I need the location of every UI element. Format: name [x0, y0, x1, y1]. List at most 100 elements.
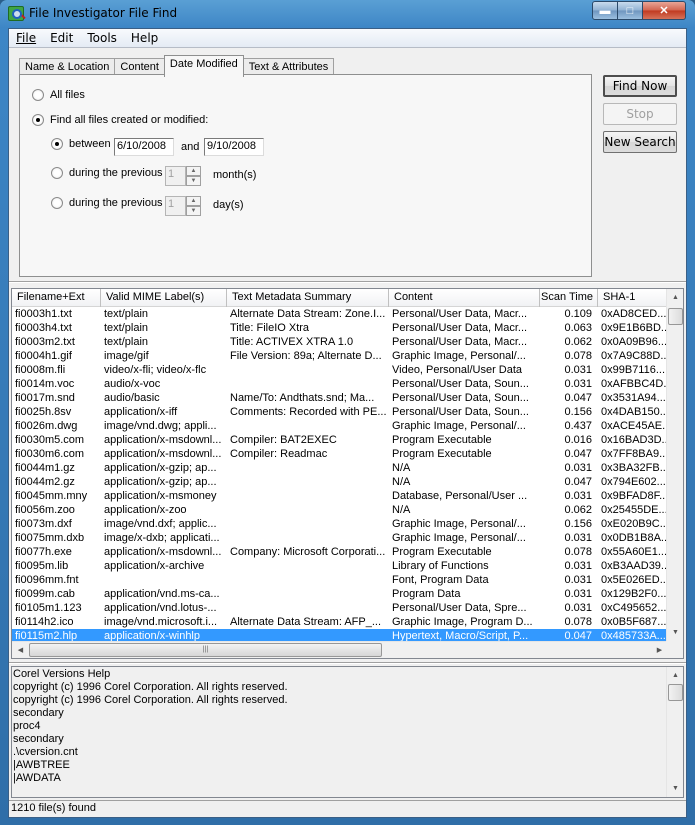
scroll-up-icon[interactable]: ▲	[667, 289, 683, 306]
between-radio[interactable]: between	[51, 138, 111, 150]
table-row[interactable]: fi0030m6.com application/x-msdownl... Comp…	[12, 447, 668, 461]
results-horizontal-scrollbar[interactable]: ◀ ||| ▶	[12, 641, 668, 658]
cell-metadata	[227, 587, 389, 601]
months-unit-label: month(s)	[213, 169, 257, 181]
table-row[interactable]: fi0004h1.gif image/gif File Version: 89a; …	[12, 349, 668, 363]
spin-down-icon[interactable]: ▼	[186, 206, 201, 216]
table-row[interactable]: fi0014m.voc audio/x-voc Personal/User Data…	[12, 377, 668, 391]
cell-mime: application/x-gzip; ap...	[104, 462, 217, 474]
cell-sha1: 0x9E1B6BD...	[601, 322, 668, 334]
previous-days-radio[interactable]: during the previous	[51, 197, 163, 209]
menu-file[interactable]: File	[9, 29, 43, 47]
table-row[interactable]: fi0056m.zoo application/x-zoo N/A 0.062 0x25…	[12, 503, 668, 517]
days-unit-label: day(s)	[213, 199, 244, 211]
new-search-button[interactable]: New Search	[603, 131, 677, 153]
column-header-scan-time[interactable]: Scan Time	[540, 289, 598, 307]
cell-filename: fi0056m.zoo	[15, 504, 75, 516]
text-preview-pane[interactable]: Corel Versions Help copyright (c) 1996 Co…	[11, 666, 684, 798]
cell-mime: application/x-msdownl...	[104, 448, 222, 460]
scroll-thumb[interactable]	[668, 684, 683, 701]
table-row[interactable]: fi0044m1.gz application/x-gzip; ap... N/A 0…	[12, 461, 668, 475]
table-row[interactable]: fi0030m5.com application/x-msdownl... Comp…	[12, 433, 668, 447]
days-input[interactable]: 1	[165, 196, 186, 216]
cell-filename: fi0077h.exe	[15, 546, 72, 558]
all-files-radio[interactable]: All files	[32, 89, 85, 101]
cell-sha1: 0x0B5F687...	[601, 616, 667, 628]
cell-filename: fi0099m.cab	[15, 588, 75, 600]
table-row[interactable]: fi0096mm.fnt Font, Program Data 0.031 0x5E0…	[12, 573, 668, 587]
find-created-label: Find all files created or modified:	[50, 114, 209, 126]
end-date-field[interactable]: 9/10/2008	[204, 138, 264, 156]
cell-mime: text/plain	[104, 336, 149, 348]
table-row[interactable]: fi0075mm.dxb image/x-dxb; applicati... Gra…	[12, 531, 668, 545]
table-row[interactable]: fi0077h.exe application/x-msdownl... Compa…	[12, 545, 668, 559]
spin-up-icon[interactable]: ▲	[186, 166, 201, 176]
scroll-down-icon[interactable]: ▼	[667, 624, 683, 641]
tab-date-modified[interactable]: Date Modified	[163, 55, 244, 77]
menu-help[interactable]: Help	[124, 29, 165, 47]
table-row[interactable]: fi0045mm.mny application/x-msmoney Databas…	[12, 489, 668, 503]
scroll-thumb[interactable]: |||	[29, 643, 382, 657]
menu-tools[interactable]: Tools	[80, 29, 124, 47]
cell-metadata: Compiler: BAT2EXEC	[230, 434, 337, 446]
table-row[interactable]: fi0095m.lib application/x-archive Library …	[12, 559, 668, 573]
client-area: File Edit Tools Help Name & Location Con…	[8, 28, 687, 818]
preview-line: secondary	[13, 733, 64, 745]
table-row[interactable]: fi0025h.8sv application/x-iff Comments: Re…	[12, 405, 668, 419]
start-date-field[interactable]: 6/10/2008	[114, 138, 174, 156]
find-now-button[interactable]: Find Now	[603, 75, 677, 97]
cell-scan-time: 0.047	[564, 448, 592, 460]
cell-content: Personal/User Data, Macr...	[392, 322, 528, 334]
cell-sha1: 0x794E602...	[601, 476, 666, 488]
spin-up-icon[interactable]: ▲	[186, 196, 201, 206]
cell-content: N/A	[392, 462, 411, 474]
scroll-down-icon[interactable]: ▼	[667, 780, 684, 797]
table-row[interactable]: fi0105m1.123 application/vnd.lotus-... Per…	[12, 601, 668, 615]
stop-button[interactable]: Stop	[603, 103, 677, 125]
column-header-content[interactable]: Content	[389, 289, 540, 307]
results-vertical-scrollbar[interactable]: ▲ ▼	[666, 289, 683, 641]
minimize-button[interactable]: ▬	[592, 1, 618, 20]
column-header-metadata[interactable]: Text Metadata Summary	[227, 289, 389, 307]
table-row[interactable]: fi0003m2.txt text/plain Title: ACTIVEX XTR…	[12, 335, 668, 349]
column-header-filename[interactable]: Filename+Ext	[12, 289, 101, 307]
radio-indicator	[32, 89, 44, 101]
cell-filename: fi0003h4.txt	[15, 322, 72, 334]
months-input[interactable]: 1	[165, 166, 186, 186]
months-spinner[interactable]: ▲ ▼	[186, 166, 201, 186]
splitter-bottom[interactable]	[9, 662, 686, 664]
scroll-left-icon[interactable]: ◀	[12, 642, 29, 658]
cell-sha1: 0xB3AAD39...	[601, 560, 668, 572]
table-row[interactable]: fi0044m2.gz application/x-gzip; ap... N/A 0…	[12, 475, 668, 489]
table-row[interactable]: fi0003h1.txt text/plain Alternate Data Str…	[12, 307, 668, 321]
cell-scan-time: 0.063	[564, 322, 592, 334]
menu-edit[interactable]: Edit	[43, 29, 80, 47]
scroll-up-icon[interactable]: ▲	[667, 667, 684, 684]
table-row[interactable]: fi0008m.fli video/x-fli; video/x-flc Video…	[12, 363, 668, 377]
all-files-label: All files	[50, 89, 85, 101]
table-row[interactable]: fi0073m.dxf image/vnd.dxf; applic... Graph…	[12, 517, 668, 531]
table-row[interactable]: fi0026m.dwg image/vnd.dwg; appli... Graphi…	[12, 419, 668, 433]
cell-mime: text/plain	[104, 322, 149, 334]
splitter-top[interactable]	[9, 281, 686, 283]
previous-months-radio[interactable]: during the previous	[51, 167, 163, 179]
maximize-button[interactable]: □	[618, 1, 643, 20]
column-header-sha1[interactable]: SHA-1	[598, 289, 668, 307]
days-spinner[interactable]: ▲ ▼	[186, 196, 201, 216]
scroll-thumb[interactable]	[668, 308, 683, 325]
find-created-radio[interactable]: Find all files created or modified:	[32, 114, 208, 126]
cell-sha1: 0xE020B9C...	[601, 518, 668, 530]
table-row[interactable]: fi0003h4.txt text/plain Title: FileIO Xtra…	[12, 321, 668, 335]
column-header-mime[interactable]: Valid MIME Label(s)	[101, 289, 227, 307]
table-row[interactable]: fi0114h2.ico image/vnd.microsoft.i... Alte…	[12, 615, 668, 629]
results-list[interactable]: Filename+Ext Valid MIME Label(s) Text Me…	[11, 288, 684, 659]
preview-vertical-scrollbar[interactable]: ▲ ▼	[666, 667, 683, 797]
cell-content: Graphic Image, Personal/...	[392, 350, 526, 362]
title-bar[interactable]: File Investigator File Find ▬ □ ✕	[0, 0, 695, 28]
close-button[interactable]: ✕	[643, 1, 686, 20]
cell-sha1: 0x4DAB150...	[601, 406, 668, 418]
cell-filename: fi0105m1.123	[15, 602, 82, 614]
table-row[interactable]: fi0017m.snd audio/basic Name/To: Andthats.…	[12, 391, 668, 405]
spin-down-icon[interactable]: ▼	[186, 176, 201, 186]
table-row[interactable]: fi0099m.cab application/vnd.ms-ca... Progr…	[12, 587, 668, 601]
